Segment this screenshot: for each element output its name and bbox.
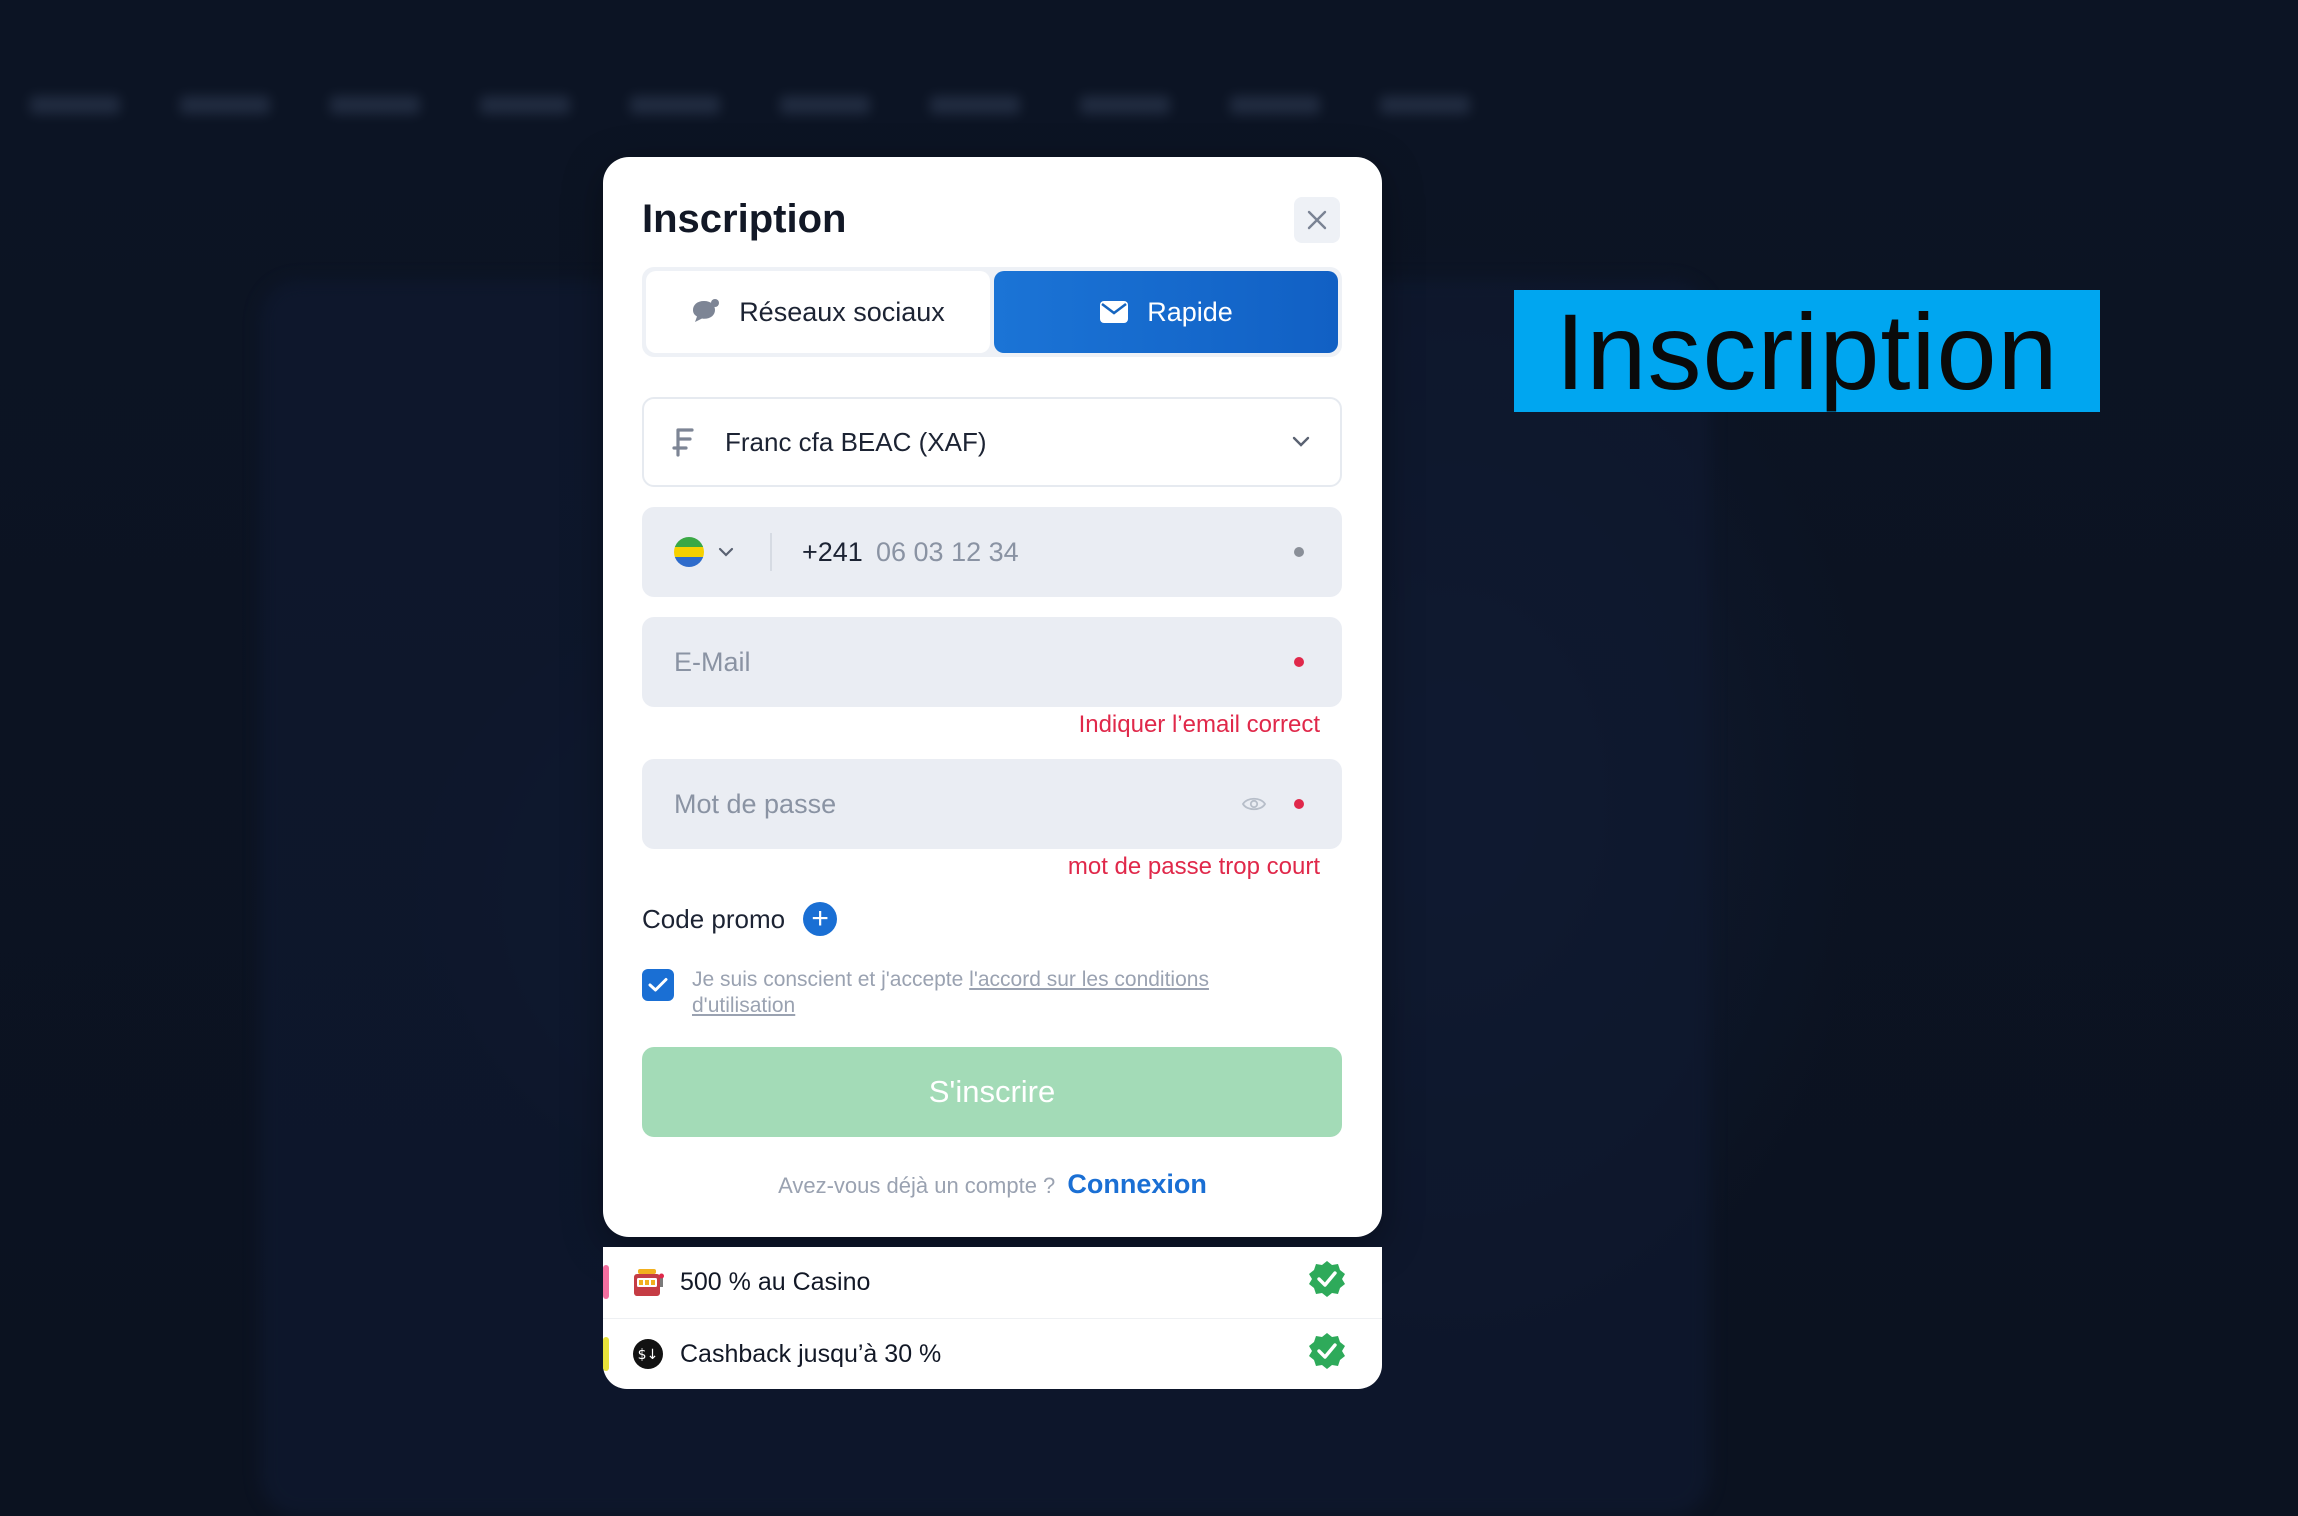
terms-text: Je suis conscient et j'accepte l'accord … [692, 967, 1312, 1019]
terms-checkbox[interactable] [642, 969, 674, 1001]
phone-status-dot [1294, 547, 1304, 557]
login-prompt: Avez-vous déjà un compte ? [778, 1173, 1056, 1198]
password-placeholder: Mot de passe [674, 788, 837, 819]
bonus-item-cashback: $↓ Cashback jusqu’à 30 % [603, 1319, 1382, 1389]
bonus-label: Cashback jusqu’à 30 % [680, 1339, 942, 1368]
phone-country-code: +241 [802, 536, 863, 567]
login-prompt-line: Avez-vous déjà un compte ? Connexion [603, 1169, 1382, 1200]
promo-code-toggle[interactable]: Code promo + [642, 902, 838, 936]
bonus-stripe [603, 1265, 609, 1299]
tab-quick[interactable]: Rapide [994, 271, 1338, 353]
email-error: Indiquer l’email correct [1078, 711, 1320, 738]
checkmark-icon [648, 978, 668, 992]
country-selector[interactable] [674, 537, 734, 567]
chevron-down-icon [1292, 436, 1310, 447]
email-placeholder: E-Mail [674, 646, 751, 677]
gabon-flag-icon [674, 537, 704, 567]
overlay-title-label: Inscription [1514, 290, 2100, 412]
envelope-icon [1100, 301, 1129, 323]
chevron-down-icon [718, 547, 734, 557]
cashback-icon: $↓ [631, 1337, 665, 1371]
currency-select[interactable]: Franc cfa BEAC (XAF) [642, 397, 1342, 487]
signup-method-tabs: Réseaux sociaux Rapide [642, 267, 1342, 357]
promo-label: Code promo [642, 903, 786, 934]
register-button[interactable]: S'inscrire [642, 1047, 1342, 1137]
phone-divider [770, 533, 772, 571]
close-icon [1307, 210, 1327, 230]
plus-icon[interactable]: + [803, 902, 838, 936]
chat-bubble-icon [693, 299, 720, 322]
login-link[interactable]: Connexion [1067, 1169, 1207, 1199]
tab-social-networks[interactable]: Réseaux sociaux [646, 271, 990, 353]
phone-placeholder: 06 03 12 34 [876, 536, 1019, 567]
registration-modal: Inscription Réseaux sociaux Rapide Franc… [603, 157, 1382, 1237]
phone-field[interactable]: +241 06 03 12 34 [642, 507, 1342, 597]
franc-icon [672, 428, 694, 457]
email-required-dot [1294, 657, 1304, 667]
bonus-label: 500 % au Casino [680, 1267, 871, 1296]
tab-quick-label: Rapide [1147, 296, 1233, 327]
close-button[interactable] [1294, 197, 1340, 243]
eye-icon[interactable] [1242, 796, 1266, 812]
password-required-dot [1294, 799, 1304, 809]
slot-machine-icon [631, 1265, 665, 1299]
tab-social-label: Réseaux sociaux [739, 296, 945, 327]
modal-title: Inscription [642, 197, 847, 241]
bonus-stripe [603, 1337, 609, 1371]
verified-check-icon [1307, 1331, 1347, 1378]
svg-text:$↓: $↓ [638, 1347, 659, 1363]
email-field[interactable]: E-Mail [642, 617, 1342, 707]
bonus-panel: 500 % au Casino $↓ Cashback jusqu’à 30 % [603, 1247, 1382, 1389]
password-field[interactable]: Mot de passe [642, 759, 1342, 849]
terms-prefix: Je suis conscient et j'accepte [692, 968, 964, 991]
password-error: mot de passe trop court [1067, 853, 1320, 880]
currency-value: Franc cfa BEAC (XAF) [725, 426, 987, 457]
background-nav-blurred [0, 70, 2298, 140]
bonus-item-casino: 500 % au Casino [603, 1247, 1382, 1317]
verified-check-icon [1307, 1259, 1347, 1306]
